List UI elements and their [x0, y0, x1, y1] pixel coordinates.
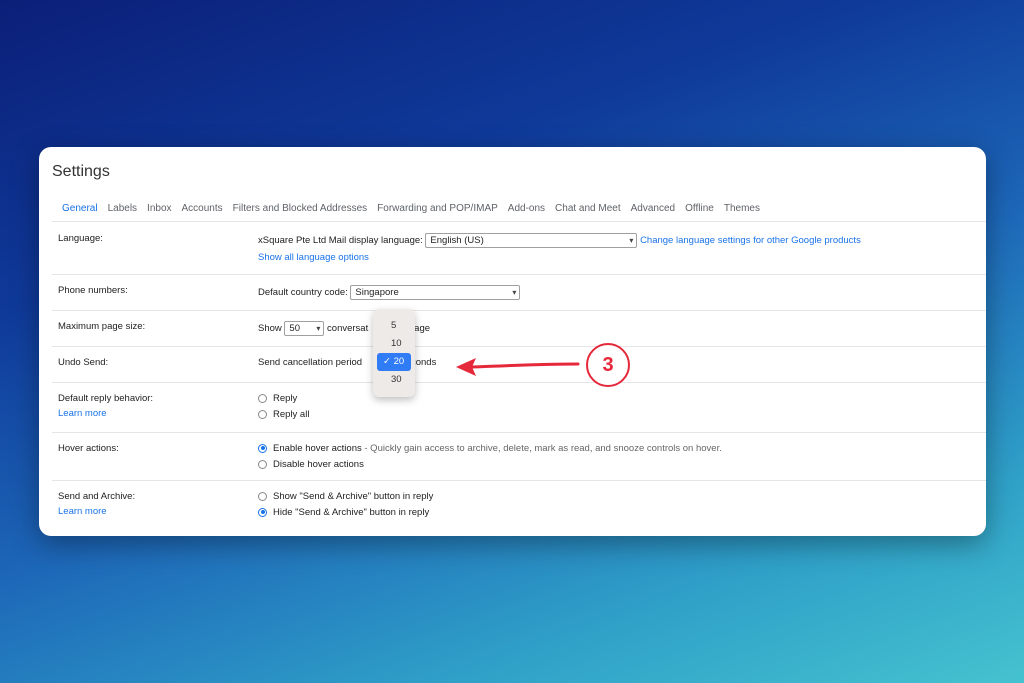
chevron-down-icon: ▾	[512, 288, 517, 297]
radio-hide-send-archive[interactable]	[258, 507, 267, 517]
undo-send-label: Undo Send:	[58, 357, 109, 368]
annotation-step-number: 3	[586, 343, 630, 387]
tab-labels[interactable]: Labels	[103, 202, 142, 222]
change-language-link[interactable]: Change language settings for other Googl…	[640, 235, 861, 246]
reply-all-option-label: Reply all	[273, 408, 310, 420]
row-page-size: Maximum page size: Show 50 ▾ conversat p…	[52, 311, 986, 347]
row-send-archive: Send and Archive: Learn more Show "Send …	[52, 481, 986, 536]
hide-send-archive-label: Hide "Send & Archive" button in reply	[273, 506, 430, 518]
tab-addons[interactable]: Add-ons	[503, 202, 550, 222]
enable-hover-description: - Quickly gain access to archive, delete…	[361, 442, 722, 454]
annotation-arrow-icon	[456, 358, 580, 376]
show-all-languages-link[interactable]: Show all language options	[258, 252, 976, 263]
tab-chat-meet[interactable]: Chat and Meet	[550, 202, 626, 222]
tab-themes[interactable]: Themes	[719, 202, 765, 222]
phone-label: Phone numbers:	[58, 285, 128, 296]
page-size-select[interactable]: 50 ▾	[284, 321, 325, 336]
radio-reply[interactable]	[258, 393, 267, 403]
radio-enable-hover[interactable]	[258, 443, 267, 453]
tab-offline[interactable]: Offline	[680, 202, 719, 222]
show-send-archive-label: Show "Send & Archive" button in reply	[273, 490, 434, 502]
tab-inbox[interactable]: Inbox	[142, 202, 176, 222]
row-phone: Phone numbers: Default country code: Sin…	[52, 275, 986, 311]
chevron-down-icon: ▾	[629, 236, 634, 245]
tab-advanced[interactable]: Advanced	[626, 202, 680, 222]
hide-send-archive-option[interactable]: Hide "Send & Archive" button in reply	[258, 504, 976, 520]
page-size-value: 50	[289, 323, 300, 334]
row-reply-behavior: Default reply behavior: Learn more Reply…	[52, 383, 986, 433]
check-icon: ✓	[383, 356, 391, 367]
radio-show-send-archive[interactable]	[258, 491, 267, 501]
reply-behavior-label: Default reply behavior:	[58, 393, 154, 404]
dropdown-option-5[interactable]: 5	[373, 317, 415, 335]
radio-disable-hover[interactable]	[258, 459, 267, 469]
send-archive-learn-more-link[interactable]: Learn more	[58, 506, 135, 517]
tab-filters[interactable]: Filters and Blocked Addresses	[228, 202, 373, 222]
disable-hover-label: Disable hover actions	[273, 458, 364, 470]
page-size-show: Show	[258, 323, 282, 335]
dropdown-option-30[interactable]: 30	[373, 371, 415, 389]
language-value: English (US)	[430, 235, 484, 246]
send-archive-label: Send and Archive:	[58, 491, 136, 502]
settings-card: Settings General Labels Inbox Accounts F…	[39, 147, 986, 536]
show-send-archive-option[interactable]: Show "Send & Archive" button in reply	[258, 488, 976, 504]
reply-all-option[interactable]: Reply all	[258, 406, 976, 422]
tabs-divider	[52, 221, 986, 222]
country-code-select[interactable]: Singapore ▾	[350, 285, 521, 300]
dropdown-option-20[interactable]: ✓ 20	[377, 353, 411, 371]
row-language: Language: xSquare Pte Ltd Mail display l…	[52, 223, 986, 275]
tab-forwarding[interactable]: Forwarding and POP/IMAP	[372, 202, 503, 222]
enable-hover-option[interactable]: Enable hover actions - Quickly gain acce…	[258, 440, 976, 456]
language-prefix: xSquare Pte Ltd Mail display language:	[258, 235, 423, 247]
reply-option-label: Reply	[273, 392, 298, 404]
hover-actions-label: Hover actions:	[58, 443, 119, 454]
language-select[interactable]: English (US) ▾	[425, 233, 638, 248]
reply-option[interactable]: Reply	[258, 390, 976, 406]
disable-hover-option[interactable]: Disable hover actions	[258, 456, 976, 472]
row-hover-actions: Hover actions: Enable hover actions - Qu…	[52, 433, 986, 481]
phone-prefix: Default country code:	[258, 287, 348, 299]
country-code-value: Singapore	[355, 287, 399, 298]
dropdown-option-20-label: 20	[393, 356, 405, 367]
enable-hover-label: Enable hover actions	[273, 442, 362, 454]
page-size-suffix-a: conversat	[327, 323, 369, 335]
reply-learn-more-link[interactable]: Learn more	[58, 408, 153, 419]
dropdown-option-10[interactable]: 10	[373, 335, 415, 353]
tab-general[interactable]: General	[57, 202, 103, 222]
chevron-down-icon: ▾	[316, 324, 321, 333]
page-title: Settings	[52, 163, 110, 180]
page-size-label: Maximum page size:	[58, 321, 146, 332]
tab-accounts[interactable]: Accounts	[177, 202, 228, 222]
language-label: Language:	[58, 233, 103, 244]
undo-send-dropdown: 5 10 ✓ 20 30	[373, 309, 415, 397]
undo-send-prefix: Send cancellation period	[258, 357, 363, 368]
radio-reply-all[interactable]	[258, 409, 267, 419]
settings-tabs: General Labels Inbox Accounts Filters an…	[57, 202, 976, 222]
